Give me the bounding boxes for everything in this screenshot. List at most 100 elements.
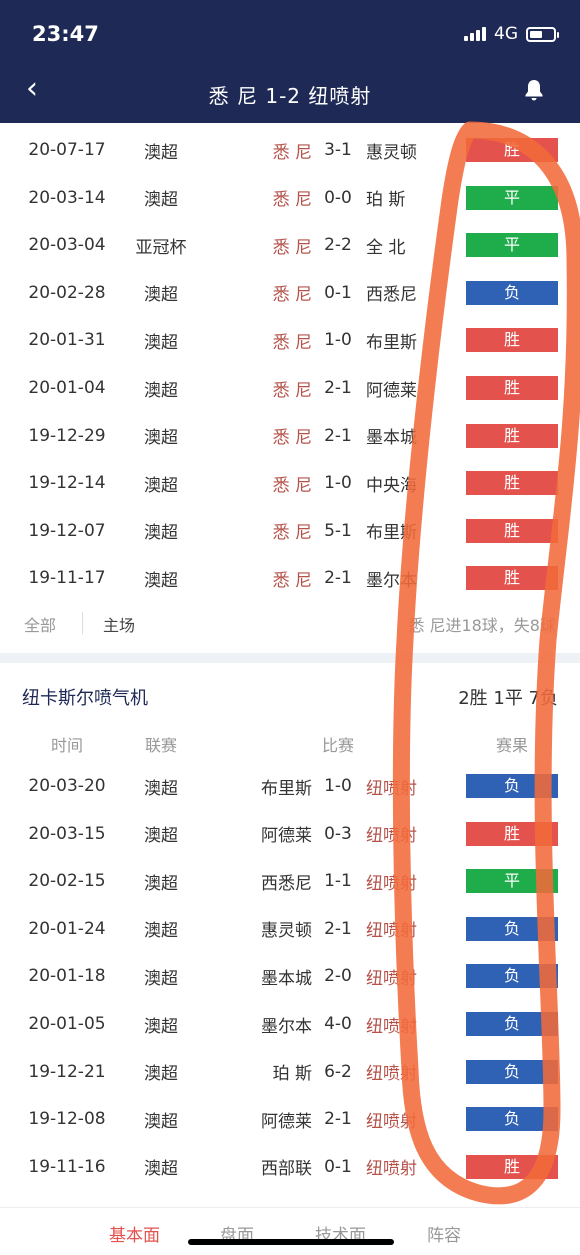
bottom-tab-bar: 基本面 盘面 技术面 阵容: [0, 1207, 580, 1255]
match-league: 澳超: [144, 826, 178, 847]
filter-bar: 全部 主场 悉 尼进18球，失8球: [0, 604, 580, 642]
tab-fundamentals[interactable]: 基本面: [109, 1221, 160, 1246]
match-league: 亚冠杯: [135, 237, 187, 258]
header-bar: 23:47 4G ‹ 悉 尼 1-2 纽喷射: [0, 0, 580, 123]
away-team-record: 2胜 1平 7负: [458, 688, 558, 709]
result-badge: 胜: [466, 1154, 558, 1179]
filter-home[interactable]: 主场: [103, 612, 135, 636]
match-row[interactable]: 20-03-20 澳超 布里斯 1-0 纽喷射 负: [0, 762, 580, 810]
match-home-team: 布里斯: [261, 778, 312, 799]
bell-icon[interactable]: [522, 78, 546, 102]
match-away-team: 墨尔本: [366, 570, 417, 591]
match-row[interactable]: 20-03-15 澳超 阿德莱 0-3 纽喷射 胜: [0, 810, 580, 858]
match-home-team: 悉 尼: [272, 332, 312, 353]
match-home-team: 悉 尼: [272, 142, 312, 163]
match-away-team: 西悉尼: [366, 285, 417, 306]
match-row[interactable]: 20-02-15 澳超 西悉尼 1-1 纽喷射 平: [0, 857, 580, 905]
result-badge: 胜: [466, 138, 558, 162]
match-home-team: 惠灵顿: [261, 921, 312, 942]
match-row[interactable]: 20-01-24 澳超 惠灵顿 2-1 纽喷射 负: [0, 905, 580, 953]
match-row[interactable]: 20-01-31 澳超 悉 尼 1-0 布里斯 胜: [0, 316, 580, 364]
match-date: 19-12-07: [28, 520, 106, 541]
page-title: 悉 尼 1-2 纽喷射: [208, 84, 372, 108]
match-home-team: 悉 尼: [272, 380, 312, 401]
match-date: 19-12-29: [28, 425, 106, 446]
match-date: 19-11-17: [28, 568, 106, 589]
result-badge: 负: [466, 1012, 558, 1036]
match-row[interactable]: 19-12-29 澳超 悉 尼 2-1 墨本城 胜: [0, 412, 580, 460]
col-result: 赛果: [495, 736, 528, 755]
match-score: 4-0: [324, 1014, 352, 1034]
match-away-team: 阿德莱: [366, 380, 417, 401]
match-row[interactable]: 19-11-16 澳超 西部联 0-1 纽喷射 胜: [0, 1143, 580, 1191]
match-row[interactable]: 20-03-14 澳超 悉 尼 0-0 珀 斯 平: [0, 174, 580, 222]
match-row[interactable]: 20-01-05 澳超 墨尔本 4-0 纽喷射 负: [0, 1000, 580, 1048]
match-row[interactable]: 19-12-21 澳超 珀 斯 6-2 纽喷射 负: [0, 1048, 580, 1096]
match-date: 20-03-20: [28, 776, 106, 796]
filter-divider: [82, 612, 83, 634]
match-league: 澳超: [144, 523, 178, 544]
match-away-team: 惠灵顿: [366, 142, 417, 163]
result-badge: 负: [466, 916, 558, 941]
match-date: 20-01-18: [28, 966, 106, 987]
match-score: 0-1: [324, 282, 352, 303]
match-row[interactable]: 20-01-18 澳超 墨本城 2-0 纽喷射 负: [0, 952, 580, 1000]
match-date: 20-01-05: [28, 1014, 106, 1034]
match-league: 澳超: [144, 1111, 178, 1132]
match-league: 澳超: [144, 968, 178, 989]
match-score: 0-1: [324, 1156, 352, 1177]
match-home-team: 墨本城: [261, 968, 312, 989]
tab-lineup[interactable]: 阵容: [427, 1221, 461, 1246]
result-badge: 负: [466, 774, 558, 798]
match-score: 2-1: [324, 918, 352, 939]
match-league: 澳超: [144, 873, 178, 894]
match-league: 澳超: [144, 380, 178, 401]
match-away-team: 纽喷射: [366, 1111, 417, 1132]
network-label: 4G: [494, 24, 518, 44]
match-date: 20-01-04: [28, 378, 106, 398]
goals-summary: 悉 尼进18球，失8球: [408, 616, 556, 635]
col-match: 比赛: [321, 736, 354, 755]
match-league: 澳超: [144, 190, 178, 211]
result-badge: 胜: [466, 566, 558, 591]
result-badge: 胜: [466, 376, 558, 400]
result-badge: 平: [466, 185, 558, 210]
match-league: 澳超: [144, 332, 178, 353]
result-badge: 胜: [466, 423, 558, 448]
home-indicator: [188, 1239, 394, 1245]
match-away-team: 纽喷射: [366, 778, 417, 799]
match-row[interactable]: 20-02-28 澳超 悉 尼 0-1 西悉尼 负: [0, 269, 580, 317]
result-badge: 平: [466, 869, 558, 894]
match-score: 2-0: [324, 966, 352, 987]
filter-all[interactable]: 全部: [24, 612, 56, 636]
match-away-team: 布里斯: [366, 332, 417, 353]
match-row[interactable]: 20-01-04 澳超 悉 尼 2-1 阿德莱 胜: [0, 364, 580, 412]
match-score: 0-3: [324, 823, 352, 844]
result-badge: 胜: [466, 328, 558, 353]
match-home-team: 珀 斯: [272, 1064, 312, 1085]
match-date: 20-03-14: [28, 187, 106, 208]
match-date: 19-12-08: [28, 1109, 106, 1130]
match-row[interactable]: 19-12-14 澳超 悉 尼 1-0 中央海 胜: [0, 459, 580, 507]
match-date: 20-03-04: [28, 235, 106, 256]
match-home-team: 悉 尼: [272, 428, 312, 449]
match-row[interactable]: 19-12-08 澳超 阿德莱 2-1 纽喷射 负: [0, 1095, 580, 1143]
match-league: 澳超: [144, 1159, 178, 1180]
match-row[interactable]: 19-11-17 澳超 悉 尼 2-1 墨尔本 胜: [0, 554, 580, 602]
match-away-team: 纽喷射: [366, 873, 417, 894]
signal-icon: [464, 27, 486, 41]
match-row[interactable]: 20-07-17 澳超 悉 尼 3-1 惠灵顿 胜: [0, 126, 580, 174]
match-home-team: 墨尔本: [261, 1016, 312, 1037]
match-away-team: 中央海: [366, 475, 417, 496]
match-away-team: 全 北: [366, 237, 406, 258]
battery-icon: [526, 26, 559, 42]
match-score: 3-1: [324, 140, 352, 160]
match-score: 1-0: [324, 330, 352, 351]
status-indicators: 4G: [464, 24, 559, 44]
match-date: 20-02-28: [28, 282, 106, 303]
match-score: 1-0: [324, 473, 352, 494]
match-row[interactable]: 20-03-04 亚冠杯 悉 尼 2-2 全 北 平: [0, 221, 580, 269]
match-away-team: 纽喷射: [366, 1064, 417, 1085]
match-row[interactable]: 19-12-07 澳超 悉 尼 5-1 布里斯 胜: [0, 507, 580, 555]
match-away-team: 布里斯: [366, 523, 417, 544]
